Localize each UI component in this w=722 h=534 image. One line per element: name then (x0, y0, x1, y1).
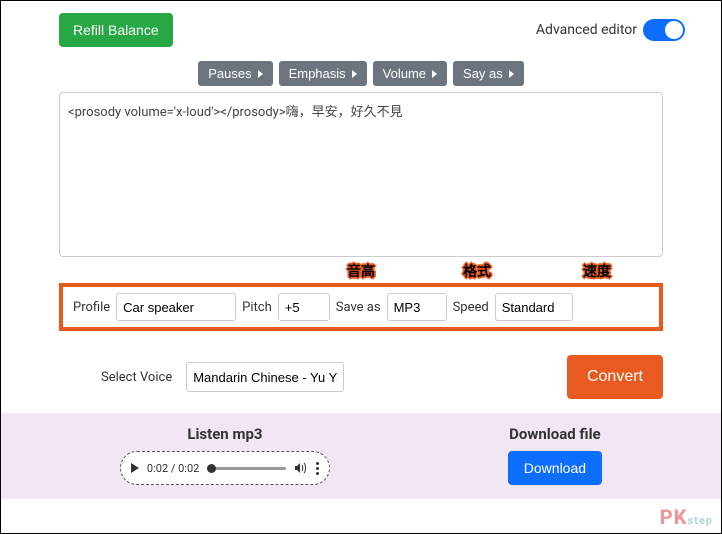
saveas-input[interactable] (387, 293, 447, 321)
refill-balance-button[interactable]: Refill Balance (59, 13, 173, 47)
annotation-format: 格式 (463, 261, 491, 281)
speed-label: Speed (453, 300, 489, 315)
profile-label: Profile (73, 300, 110, 315)
pitch-label: Pitch (242, 300, 272, 315)
watermark: PKstep (660, 505, 713, 529)
ssml-toolbar: Pauses Emphasis Volume Say as (1, 53, 721, 92)
ssml-pauses-button[interactable]: Pauses (198, 61, 272, 86)
listen-title: Listen mp3 (120, 425, 330, 443)
advanced-editor-toggle[interactable] (643, 19, 685, 41)
settings-row: Profile Pitch Save as Speed (59, 283, 663, 331)
convert-button[interactable]: Convert (567, 355, 663, 399)
annotation-speed: 速度 (583, 261, 611, 281)
ssml-sayas-button[interactable]: Say as (453, 61, 524, 86)
pitch-input[interactable] (278, 293, 330, 321)
annotations: 音高 格式 速度 (1, 261, 721, 283)
ssml-textarea[interactable]: <prosody volume='x-loud'></prosody>嗨，早安，… (59, 92, 663, 257)
ssml-emphasis-button[interactable]: Emphasis (279, 61, 367, 86)
audio-progress[interactable] (207, 467, 286, 470)
result-panel: Listen mp3 0:02 / 0:02 Download file Dow… (1, 413, 721, 499)
chevron-right-icon (352, 70, 357, 78)
speaker-icon (294, 461, 308, 475)
play-icon (131, 463, 139, 473)
chevron-right-icon (432, 70, 437, 78)
advanced-editor-label: Advanced editor (536, 22, 637, 38)
ssml-volume-button[interactable]: Volume (373, 61, 447, 86)
advanced-editor-toggle-wrap: Advanced editor (536, 19, 685, 41)
annotation-pitch: 音高 (347, 261, 375, 281)
download-button[interactable]: Download (508, 451, 602, 485)
select-voice-label: Select Voice (101, 370, 172, 385)
select-voice-input[interactable] (186, 362, 344, 392)
chevron-right-icon (509, 70, 514, 78)
saveas-label: Save as (336, 300, 381, 315)
audio-player[interactable]: 0:02 / 0:02 (120, 451, 330, 485)
more-icon (316, 462, 319, 475)
chevron-right-icon (258, 70, 263, 78)
profile-input[interactable] (116, 293, 236, 321)
speed-input[interactable] (495, 293, 573, 321)
audio-time: 0:02 / 0:02 (147, 462, 199, 475)
download-title: Download file (508, 425, 602, 443)
